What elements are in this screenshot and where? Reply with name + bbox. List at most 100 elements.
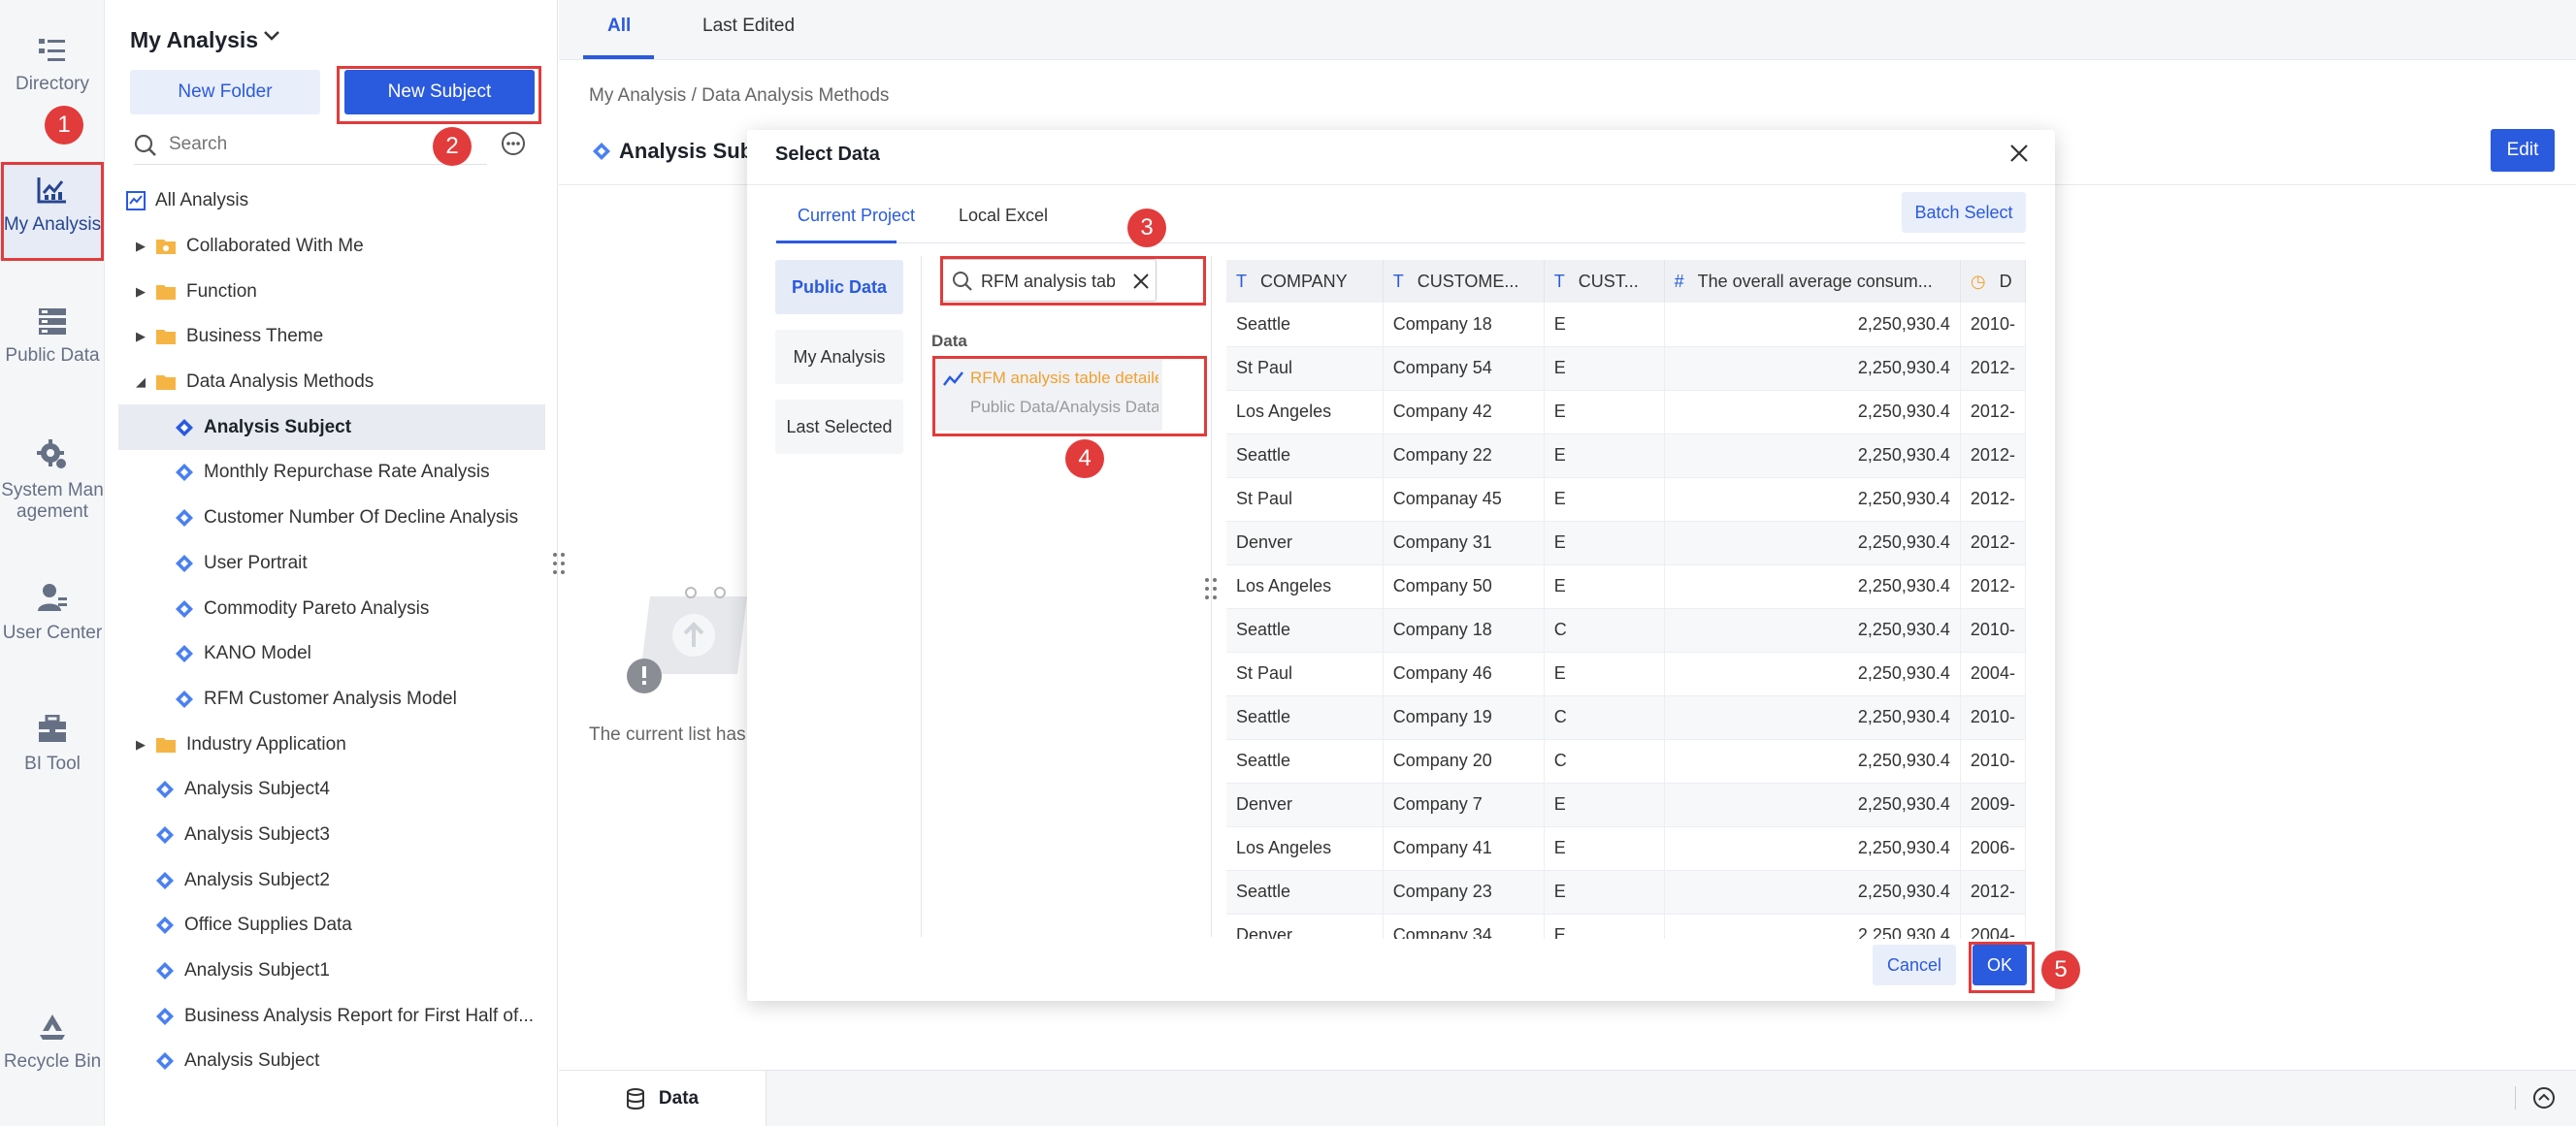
tree-item-analysis-subject1[interactable]: Analysis Subject1 <box>118 949 545 994</box>
source-my-analysis[interactable]: My Analysis <box>775 330 903 384</box>
table-cell: Seattle <box>1226 695 1384 740</box>
expand-triangle-icon[interactable]: ▶ <box>134 737 147 753</box>
tree-item-analysis-subject-selected[interactable]: Analysis Subject <box>118 404 545 451</box>
tree-item-analysis-subject3[interactable]: Analysis Subject3 <box>118 813 545 858</box>
table-cell: Company 46 <box>1383 652 1545 696</box>
active-tab-indicator <box>583 55 654 59</box>
table-cell: C <box>1544 739 1665 784</box>
tree-folder-collaborated[interactable]: ▶ Collaborated With Me <box>118 224 545 270</box>
column-header[interactable]: T CUSTOME... <box>1383 260 1545 303</box>
column-header[interactable]: T CUST... <box>1544 260 1665 303</box>
table-cell: Seattle <box>1226 303 1384 347</box>
tree-item-analysis-subject2[interactable]: Analysis Subject2 <box>118 857 545 903</box>
folder-icon <box>156 737 176 753</box>
table-cell: 2,250,930.4 <box>1664 739 1961 784</box>
expand-triangle-icon[interactable]: ▶ <box>134 329 147 344</box>
table-cell: E <box>1544 783 1665 827</box>
active-tab-indicator <box>776 241 897 243</box>
tab-current-project[interactable]: Current Project <box>798 206 915 226</box>
tree-item-kano-model[interactable]: KANO Model <box>118 631 545 677</box>
tab-local-excel[interactable]: Local Excel <box>959 206 1048 226</box>
data-tab[interactable]: Data <box>559 1071 766 1126</box>
tree-item-analysis-subject[interactable]: Analysis Subject <box>118 1039 545 1084</box>
rail-item-system-management[interactable]: System Man agement <box>0 439 105 523</box>
table-cell: 2012- <box>1960 564 2026 609</box>
resize-handle-icon[interactable] <box>1203 576 1219 601</box>
table-cell: 2012- <box>1960 434 2026 478</box>
column-header[interactable]: T COMPANY <box>1226 260 1384 303</box>
collapse-triangle-icon[interactable]: ◢ <box>134 374 147 390</box>
batch-select-button[interactable]: Batch Select <box>1902 192 2026 233</box>
tree-item-analysis-subject4[interactable]: Analysis Subject4 <box>118 767 545 813</box>
expand-triangle-icon[interactable]: ▶ <box>134 239 147 254</box>
table-row: Seattle Company 20 C 2,250,930.4 2010- <box>1226 739 2026 784</box>
rail-item-user-center[interactable]: User Center <box>0 582 105 644</box>
table-cell: Company 18 <box>1383 608 1545 653</box>
edit-button[interactable]: Edit <box>2491 129 2555 172</box>
rail-item-bi-tool[interactable]: BI Tool <box>0 715 105 775</box>
table-cell: 2012- <box>1960 521 2026 565</box>
tab-last-edited[interactable]: Last Edited <box>702 16 795 37</box>
cancel-button[interactable]: Cancel <box>1873 945 1956 985</box>
subject-diamond-icon <box>176 599 193 618</box>
table-cell: Denver <box>1226 783 1384 827</box>
subject-diamond-icon <box>176 509 193 528</box>
table-cell: 2004- <box>1960 914 2026 939</box>
subject-diamond-icon <box>156 917 174 935</box>
preview-table-wrap[interactable]: T COMPANY T CUSTOME... T CUST... # The overa… <box>1226 260 2026 939</box>
source-last-selected[interactable]: Last Selected <box>775 400 903 454</box>
table-cell: E <box>1544 390 1665 434</box>
table-cell: 2,250,930.4 <box>1664 870 1961 915</box>
close-icon[interactable] <box>2008 143 2030 164</box>
divider <box>775 242 2025 243</box>
tree-item-monthly-repurchase[interactable]: Monthly Repurchase Rate Analysis <box>118 450 545 496</box>
table-cell: St Paul <box>1226 477 1384 522</box>
tree-item-user-portrait[interactable]: User Portrait <box>118 541 545 587</box>
highlight-box <box>337 66 541 124</box>
source-public-data[interactable]: Public Data <box>775 260 903 314</box>
table-cell: 2012- <box>1960 477 2026 522</box>
rail-item-public-data[interactable]: Public Data <box>0 306 105 367</box>
expand-triangle-icon[interactable]: ▶ <box>134 284 147 300</box>
tree-folder-business-theme[interactable]: ▶ Business Theme <box>118 314 545 360</box>
dialog-title: Select Data <box>775 144 880 165</box>
rail-label: User Center <box>2 623 103 643</box>
table-cell: 2,250,930.4 <box>1664 564 1961 609</box>
folder-icon <box>156 284 176 300</box>
tree-item-business-report[interactable]: Business Analysis Report for First Half … <box>118 993 545 1039</box>
date-type-icon: ◷ <box>1970 271 1986 291</box>
rail-item-directory[interactable]: Directory <box>0 37 105 95</box>
directory-title[interactable]: My Analysis <box>130 27 258 53</box>
resize-handle-icon[interactable] <box>551 551 567 576</box>
subject-diamond-icon <box>593 143 610 160</box>
page-title: Analysis Subj <box>619 139 760 163</box>
table-cell: 2,250,930.4 <box>1664 521 1961 565</box>
tree-folder-data-analysis-methods[interactable]: ◢ Data Analysis Methods <box>118 360 545 405</box>
highlight-box <box>932 356 1207 436</box>
tree-item-all-analysis[interactable]: All Analysis <box>118 178 545 224</box>
more-options-icon[interactable] <box>501 131 526 156</box>
collapse-up-icon[interactable] <box>2532 1086 2556 1110</box>
rail-item-recycle-bin[interactable]: Recycle Bin <box>0 1013 105 1073</box>
new-folder-button[interactable]: New Folder <box>130 70 320 114</box>
table-row: Denver Company 34 E 2,250,930.4 2004- <box>1226 914 2026 939</box>
tree-folder-industry-application[interactable]: ▶ Industry Application <box>118 722 545 767</box>
table-cell: E <box>1544 434 1665 478</box>
preview-table: T COMPANY T CUSTOME... T CUST... # The overa… <box>1226 260 2026 939</box>
tree-label: Collaborated With Me <box>186 236 364 257</box>
tree-item-rfm-model[interactable]: RFM Customer Analysis Model <box>118 677 545 723</box>
tree-folder-function[interactable]: ▶ Function <box>118 269 545 314</box>
rail-label: Public Data <box>5 345 100 366</box>
column-header[interactable]: # The overall average consum... <box>1664 260 1961 303</box>
table-row: Seattle Company 18 E 2,250,930.4 2010- <box>1226 303 2026 347</box>
tab-all[interactable]: All <box>607 16 631 37</box>
tree-item-commodity-pareto[interactable]: Commodity Pareto Analysis <box>118 586 545 631</box>
user-center-icon <box>38 584 67 611</box>
chevron-down-icon[interactable] <box>263 29 280 43</box>
table-cell: Seattle <box>1226 434 1384 478</box>
column-name: The overall average consum... <box>1697 271 1933 291</box>
tree-item-customer-decline[interactable]: Customer Number Of Decline Analysis <box>118 496 545 541</box>
column-header[interactable]: ◷ D <box>1960 260 2026 303</box>
tree-item-office-supplies[interactable]: Office Supplies Data <box>118 903 545 949</box>
tree-label: Office Supplies Data <box>184 915 352 936</box>
